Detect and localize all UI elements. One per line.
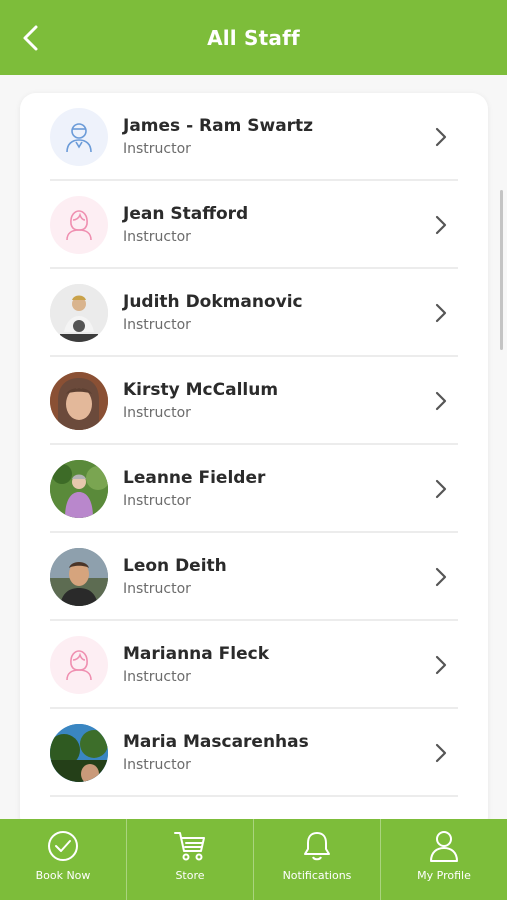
chevron-right-icon xyxy=(435,479,447,499)
tab-book-now[interactable]: Book Now xyxy=(0,819,126,900)
staff-row-kirsty-mccallum[interactable]: Kirsty McCallum Instructor xyxy=(50,357,458,445)
staff-name: Leon Deith xyxy=(123,556,227,576)
staff-row-judith-dokmanovic[interactable]: Judith Dokmanovic Instructor xyxy=(50,269,458,357)
female-placeholder-icon xyxy=(50,196,108,254)
cart-icon xyxy=(173,829,207,863)
avatar-photo xyxy=(50,284,108,342)
chevron-right-icon xyxy=(435,743,447,763)
staff-name: Maria Mascarenhas xyxy=(123,732,309,752)
staff-row-leanne-fielder[interactable]: Leanne Fielder Instructor xyxy=(50,445,458,533)
staff-row-marianna-fleck[interactable]: Marianna Fleck Instructor xyxy=(50,621,458,709)
avatar-photo xyxy=(50,460,108,518)
staff-role: Instructor xyxy=(123,669,191,685)
staff-name: Marianna Fleck xyxy=(123,644,270,664)
staff-name: Jean Stafford xyxy=(123,204,249,224)
staff-role: Instructor xyxy=(123,229,191,245)
chevron-right-icon xyxy=(435,127,447,147)
chevron-right-icon xyxy=(435,391,447,411)
staff-name: Judith Dokmanovic xyxy=(123,292,303,312)
chevron-right-icon xyxy=(435,215,447,235)
staff-row-james-ram-swartz[interactable]: James - Ram Swartz Instructor xyxy=(50,93,458,181)
staff-role: Instructor xyxy=(123,141,191,157)
avatar-photo xyxy=(50,548,108,606)
avatar-photo xyxy=(50,372,108,430)
back-button[interactable] xyxy=(14,20,46,56)
tab-label: My Profile xyxy=(417,869,471,882)
staff-role: Instructor xyxy=(123,493,191,509)
scrollbar[interactable] xyxy=(500,190,503,350)
user-icon xyxy=(427,829,461,863)
chevron-right-icon xyxy=(435,303,447,323)
tab-notifications[interactable]: Notifications xyxy=(253,819,380,900)
tab-label: Notifications xyxy=(282,869,352,882)
check-circle-icon xyxy=(46,829,80,863)
staff-name: James - Ram Swartz xyxy=(123,116,314,136)
staff-list-card: James - Ram Swartz Instructor Jean Staff… xyxy=(20,93,488,833)
staff-row-jean-stafford[interactable]: Jean Stafford Instructor xyxy=(50,181,458,269)
tab-label: Book Now xyxy=(35,869,91,882)
staff-name: Kirsty McCallum xyxy=(123,380,279,400)
staff-role: Instructor xyxy=(123,757,191,773)
male-placeholder-icon xyxy=(50,108,108,166)
staff-row-maria-mascarenhas[interactable]: Maria Mascarenhas Instructor xyxy=(50,709,458,797)
staff-role: Instructor xyxy=(123,581,191,597)
staff-role: Instructor xyxy=(123,317,191,333)
staff-name: Leanne Fielder xyxy=(123,468,266,488)
staff-list: James - Ram Swartz Instructor Jean Staff… xyxy=(50,93,458,797)
header-bar: All Staff xyxy=(0,0,507,75)
tab-my-profile[interactable]: My Profile xyxy=(380,819,507,900)
chevron-left-icon xyxy=(23,25,38,51)
chevron-right-icon xyxy=(435,567,447,587)
tab-store[interactable]: Store xyxy=(126,819,253,900)
staff-role: Instructor xyxy=(123,405,191,421)
female-placeholder-icon xyxy=(50,636,108,694)
staff-row-leon-deith[interactable]: Leon Deith Instructor xyxy=(50,533,458,621)
page-title: All Staff xyxy=(207,25,300,50)
avatar-photo xyxy=(50,724,108,782)
tab-label: Store xyxy=(175,869,205,882)
bottom-tab-bar: Book Now Store Notifications My Profile xyxy=(0,819,507,900)
chevron-right-icon xyxy=(435,655,447,675)
bell-icon xyxy=(300,829,334,863)
